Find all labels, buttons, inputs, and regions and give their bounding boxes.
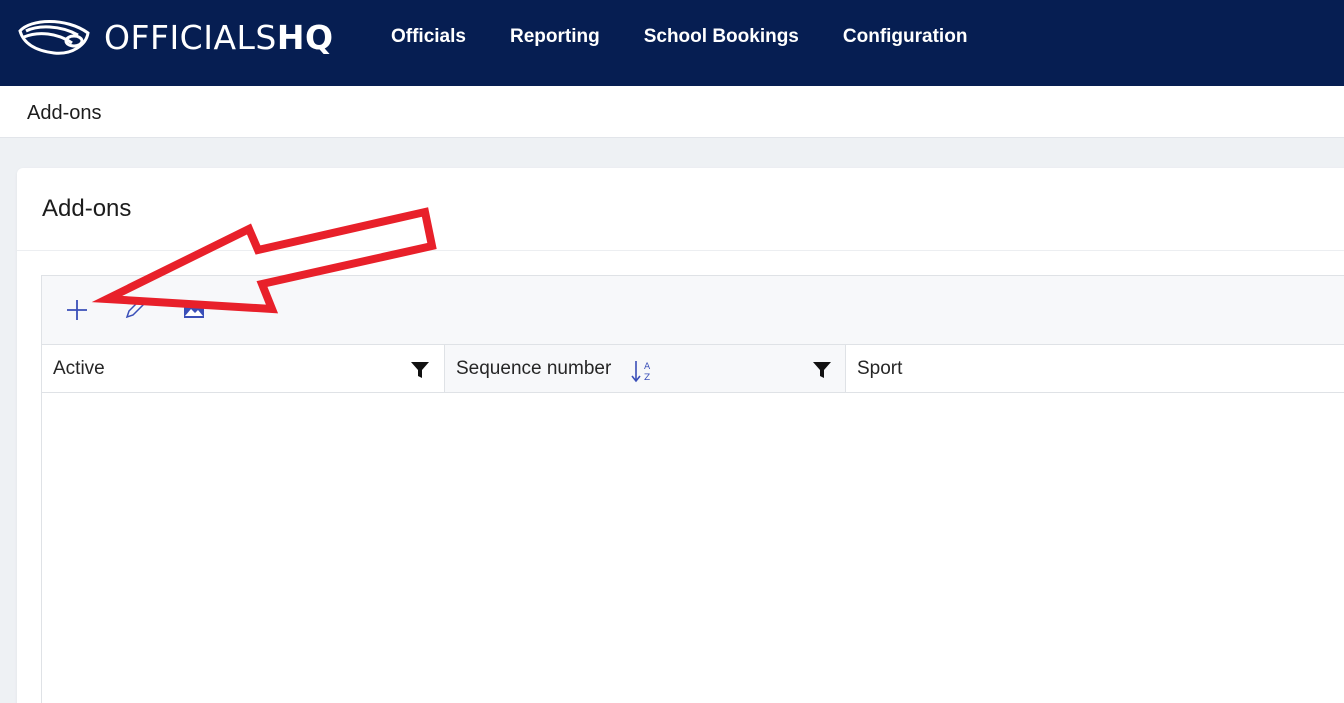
image-icon	[184, 303, 204, 318]
plus-icon	[67, 300, 87, 320]
whistle-logo-icon	[18, 20, 90, 55]
nav-item-officials[interactable]: Officials	[391, 26, 466, 48]
grid-toolbar	[42, 276, 1344, 345]
addons-grid: Active Sequence number A Z Sport	[41, 275, 1344, 703]
column-header-sport[interactable]: Sport	[846, 345, 1344, 392]
officialshq-logo[interactable]: OFFICIALSHQ	[16, 16, 334, 58]
pencil-icon	[125, 299, 145, 319]
top-navigation-bar: OFFICIALSHQ Officials Reporting School B…	[0, 0, 1344, 86]
column-header-active[interactable]: Active	[42, 345, 445, 392]
breadcrumb: Add-ons	[27, 102, 102, 124]
column-label-sequence-number: Sequence number	[456, 358, 612, 379]
main-nav: Officials Reporting School Bookings Conf…	[391, 26, 1011, 48]
column-label-active: Active	[53, 358, 105, 379]
column-header-sequence-number[interactable]: Sequence number A Z	[445, 345, 846, 392]
breadcrumb-bar: Add-ons	[0, 86, 1344, 138]
add-button[interactable]	[63, 296, 91, 324]
grid-header-row: Active Sequence number A Z Sport	[42, 345, 1344, 393]
filter-icon[interactable]	[410, 360, 430, 380]
addons-card: Add-ons Active Sequence number A Z Sport	[17, 168, 1344, 703]
nav-item-reporting[interactable]: Reporting	[510, 26, 600, 48]
column-label-sport: Sport	[857, 358, 903, 379]
logo-wordmark: OFFICIALSHQ	[104, 17, 334, 57]
card-divider	[17, 250, 1344, 251]
edit-button[interactable]	[120, 296, 148, 324]
page-title: Add-ons	[42, 195, 132, 222]
svg-text:Z: Z	[644, 373, 650, 383]
nav-item-configuration[interactable]: Configuration	[843, 26, 968, 48]
image-button[interactable]	[180, 296, 208, 324]
nav-item-school-bookings[interactable]: School Bookings	[644, 26, 799, 48]
svg-text:A: A	[644, 362, 651, 372]
sort-ascending-icon[interactable]: A Z	[630, 358, 656, 384]
filter-icon[interactable]	[812, 360, 832, 380]
